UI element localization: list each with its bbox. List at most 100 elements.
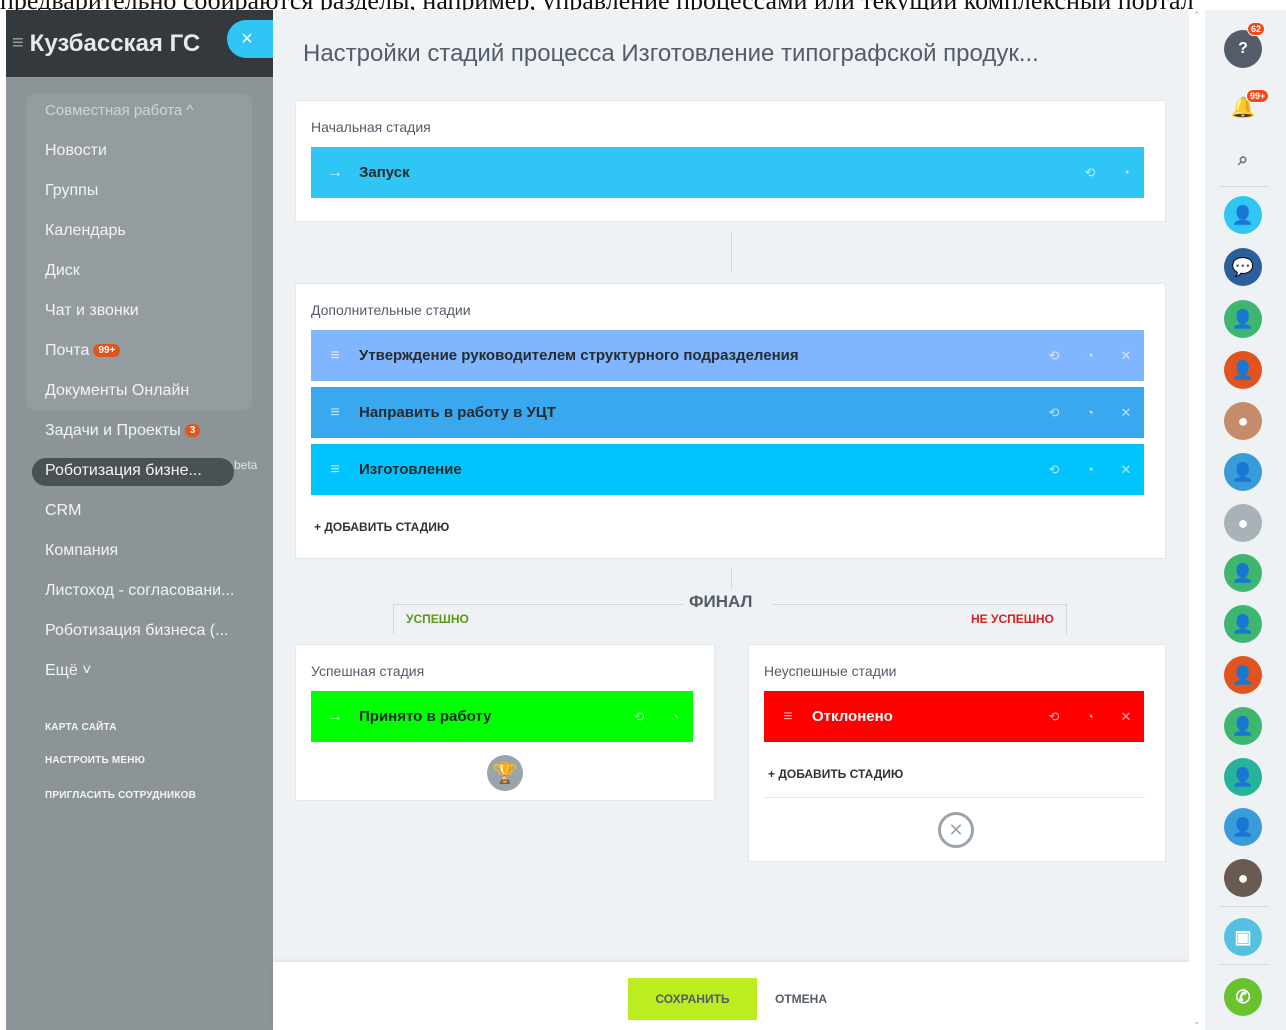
scroll-up-icon[interactable]: ⌃ — [1193, 10, 1201, 21]
stage-row-extra-0[interactable]: ≡ Утверждение руководителем структурного… — [311, 330, 1144, 381]
action-footer: СОХРАНИТЬ ОТМЕНА — [273, 962, 1189, 1030]
close-icon: × — [241, 27, 253, 50]
sidebar-item-company[interactable]: Компания — [45, 542, 118, 560]
stage-row-initial[interactable]: → Запуск ⟲ ◔ — [311, 147, 1144, 198]
stage-name[interactable]: Отклонено — [812, 708, 1036, 725]
stage-name[interactable]: Направить в работу в УЦТ — [359, 404, 1036, 421]
color-picker-icon[interactable]: ◔ — [1072, 348, 1108, 363]
final-divider-right — [773, 604, 1067, 605]
refresh-icon[interactable]: ⟲ — [621, 709, 657, 725]
sidebar-item-more[interactable]: Ещё ˅ — [45, 662, 92, 680]
arrow-icon: → — [327, 707, 343, 725]
sidebar-item-mail[interactable]: Почта 99+ — [45, 342, 121, 360]
page-scrollbar[interactable]: ⌃ ⌄ — [1189, 10, 1205, 1030]
sidebar-item-robotization-business[interactable]: Роботизация бизнеса (... — [45, 622, 228, 640]
sidebar-item-label: Задачи и Проекты — [45, 422, 181, 439]
drag-handle-icon[interactable]: ≡ — [764, 708, 812, 726]
contact-avatar-icon[interactable]: 👤 — [1224, 808, 1262, 846]
drag-handle-icon[interactable]: ≡ — [311, 461, 359, 479]
sidebar-item-calendar[interactable]: Календарь — [45, 222, 126, 240]
stage-row-extra-2[interactable]: ≡ Изготовление ⟲ ◔ ✕ — [311, 444, 1144, 495]
stage-row-success[interactable]: → Принято в работу ⟲ ◔ — [311, 691, 693, 742]
refresh-icon[interactable]: ⟲ — [1036, 462, 1072, 478]
stage-row-extra-1[interactable]: ≡ Направить в работу в УЦТ ⟲ ◔ ✕ — [311, 387, 1144, 438]
stage-name[interactable]: Принято в работу — [359, 708, 621, 725]
tasks-count-badge: 3 — [184, 424, 201, 437]
delete-icon[interactable]: ✕ — [1108, 709, 1144, 725]
menu-burger-icon[interactable]: ≡ — [12, 32, 24, 55]
page-title: Настройки стадий процесса Изготовление т… — [303, 40, 1039, 67]
user-avatar-icon[interactable]: ● — [1224, 504, 1262, 542]
scroll-down-icon[interactable]: ⌄ — [1193, 1016, 1201, 1027]
sidebar-item-news[interactable]: Новости — [45, 142, 107, 160]
refresh-icon[interactable]: ⟲ — [1036, 348, 1072, 364]
final-title: ФИНАЛ — [689, 592, 753, 611]
refresh-icon[interactable]: ⟲ — [1036, 405, 1072, 421]
notifications-badge: 99+ — [1246, 89, 1270, 103]
delete-icon[interactable]: ✕ — [1108, 405, 1144, 421]
search-icon[interactable]: ⌕ — [1224, 140, 1262, 178]
sitemap-link[interactable]: КАРТА САЙТА — [45, 722, 117, 733]
color-picker-icon[interactable]: ◔ — [657, 709, 693, 724]
color-picker-icon[interactable]: ◔ — [1108, 165, 1144, 180]
sidebar-item-listokhod[interactable]: Листоход - согласовани... — [45, 582, 234, 600]
connector-line — [731, 569, 732, 589]
stage-name[interactable]: Изготовление — [359, 461, 1036, 478]
stage-name[interactable]: Утверждение руководителем структурного п… — [359, 347, 1036, 364]
section-collaboration[interactable]: Совместная работа ^ — [45, 102, 193, 119]
final-divider-tick — [393, 604, 394, 634]
stage-name[interactable]: Запуск — [359, 164, 1072, 181]
color-picker-icon[interactable]: ◔ — [1072, 462, 1108, 477]
contact-avatar-icon[interactable]: 👤 — [1224, 300, 1262, 338]
sidebar-item-crm[interactable]: CRM — [45, 502, 81, 520]
stage-row-failure[interactable]: ≡ Отклонено ⟲ ◔ ✕ — [764, 691, 1144, 742]
timeman-icon[interactable]: 👤 — [1224, 196, 1262, 234]
color-picker-icon[interactable]: ◔ — [1072, 709, 1108, 724]
beta-tag: beta — [234, 458, 258, 472]
refresh-icon[interactable]: ⟲ — [1072, 165, 1108, 181]
failure-stages-card: Неуспешные стадии ≡ Отклонено ⟲ ◔ ✕ + ДО… — [748, 644, 1166, 862]
delete-icon[interactable]: ✕ — [1108, 462, 1144, 478]
initial-stage-card: Начальная стадия → Запуск ⟲ ◔ — [295, 100, 1166, 222]
divider — [1219, 906, 1269, 907]
contact-avatar-icon[interactable]: 👤 — [1224, 758, 1262, 796]
add-stage-button[interactable]: + ДОБАВИТЬ СТАДИЮ — [314, 520, 449, 534]
user-avatar-icon[interactable]: ● — [1224, 402, 1262, 440]
phone-icon[interactable]: ✆ — [1224, 978, 1262, 1016]
contact-avatar-icon[interactable]: 👤 — [1224, 605, 1262, 643]
add-failure-stage-button[interactable]: + ДОБАВИТЬ СТАДИЮ — [768, 767, 903, 781]
sidebar-item-tasks[interactable]: Задачи и Проекты 3 — [45, 422, 201, 440]
connector-line — [731, 232, 732, 272]
contact-avatar-icon[interactable]: 👤 — [1224, 453, 1262, 491]
sidebar-item-groups[interactable]: Группы — [45, 182, 98, 200]
save-button[interactable]: СОХРАНИТЬ — [628, 978, 757, 1020]
mobile-app-icon[interactable]: ▣ — [1224, 918, 1262, 956]
invite-employees-link[interactable]: ПРИГЛАСИТЬ СОТРУДНИКОВ — [45, 790, 196, 801]
refresh-icon[interactable]: ⟲ — [1036, 709, 1072, 725]
drag-handle-icon[interactable]: ≡ — [311, 404, 359, 422]
contact-avatar-icon[interactable]: 👤 — [1224, 707, 1262, 745]
fail-label: НЕ УСПЕШНО — [971, 612, 1054, 626]
help-badge: 62 — [1247, 22, 1266, 36]
configure-menu-link[interactable]: НАСТРОИТЬ МЕНЮ — [45, 755, 145, 766]
divider — [1219, 186, 1269, 187]
drag-handle-icon[interactable]: ≡ — [311, 347, 359, 365]
sidebar-item-chat[interactable]: Чат и звонки — [45, 302, 139, 320]
contact-avatar-icon[interactable]: 👤 — [1224, 351, 1262, 389]
success-stage-card: Успешная стадия → Принято в работу ⟲ ◔ 🏆 — [295, 644, 715, 801]
delete-icon[interactable]: ✕ — [1108, 348, 1144, 364]
sidebar-item-robotization[interactable]: Роботизация бизне... — [45, 462, 202, 480]
extra-stages-card: Дополнительные стадии ≡ Утверждение руко… — [295, 283, 1166, 559]
portal-title[interactable]: Кузбасская ГС — [30, 30, 201, 58]
contact-avatar-icon[interactable]: 👤 — [1224, 656, 1262, 694]
user-avatar-icon[interactable]: ● — [1224, 859, 1262, 897]
sidebar-item-disk[interactable]: Диск — [45, 262, 80, 280]
success-label: УСПЕШНО — [406, 612, 469, 626]
color-picker-icon[interactable]: ◔ — [1072, 405, 1108, 420]
close-slider-button[interactable]: × — [227, 20, 273, 58]
sidebar-item-documents[interactable]: Документы Онлайн — [45, 382, 189, 400]
contact-avatar-icon[interactable]: 👤 — [1224, 554, 1262, 592]
left-menu: ≡ Кузбасская ГС Совместная работа ^ Ново… — [6, 10, 273, 1030]
cancel-button[interactable]: ОТМЕНА — [775, 992, 827, 1006]
open-lines-icon[interactable]: 💬 — [1224, 248, 1262, 286]
